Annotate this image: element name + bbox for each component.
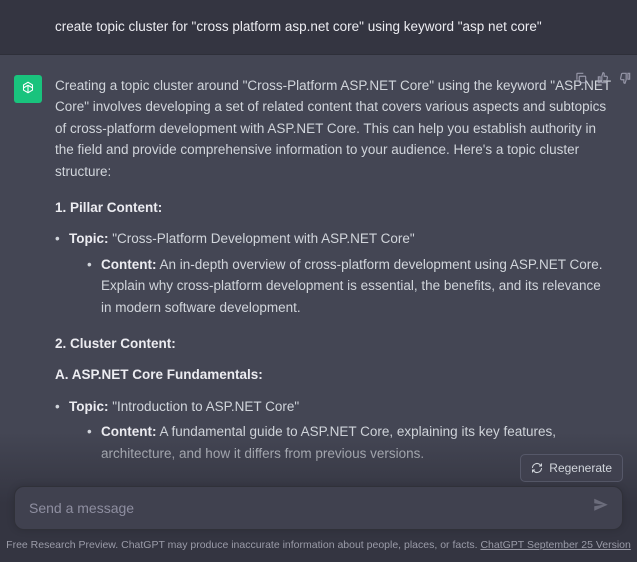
user-message-text: create topic cluster for "cross platform… xyxy=(55,16,612,38)
cluster-subheading: A. ASP.NET Core Fundamentals: xyxy=(55,364,612,386)
openai-logo-icon xyxy=(19,80,37,98)
pillar-content-item: Content: An in-depth overview of cross-p… xyxy=(87,254,612,319)
topic-label: Topic: xyxy=(69,399,109,414)
message-actions xyxy=(574,71,632,85)
topic-text: "Introduction to ASP.NET Core" xyxy=(109,399,300,414)
intro-paragraph: Creating a topic cluster around "Cross-P… xyxy=(55,75,612,183)
send-button[interactable] xyxy=(592,496,610,521)
regenerate-icon xyxy=(531,462,543,474)
pillar-topic-item: Topic: "Cross-Platform Development with … xyxy=(55,228,612,318)
pillar-heading: 1. Pillar Content: xyxy=(55,197,612,219)
footer-disclaimer: Free Research Preview. ChatGPT may produ… xyxy=(0,537,637,554)
footer-text: Free Research Preview. ChatGPT may produ… xyxy=(6,539,480,551)
message-input-container xyxy=(14,486,623,530)
user-message-row: create topic cluster for "cross platform… xyxy=(0,0,637,54)
content-text: A fundamental guide to ASP.NET Core, exp… xyxy=(101,424,556,461)
content-label: Content: xyxy=(101,424,156,439)
topic-label: Topic: xyxy=(69,231,109,246)
footer-version-link[interactable]: ChatGPT September 25 Version xyxy=(480,539,630,551)
topic-text: "Cross-Platform Development with ASP.NET… xyxy=(109,231,415,246)
cluster-heading: 2. Cluster Content: xyxy=(55,333,612,355)
regenerate-label: Regenerate xyxy=(549,461,612,475)
message-input[interactable] xyxy=(29,500,576,516)
content-text: An in-depth overview of cross-platform d… xyxy=(101,257,602,315)
regenerate-button[interactable]: Regenerate xyxy=(520,454,623,482)
assistant-avatar xyxy=(14,75,42,103)
content-label: Content: xyxy=(101,257,156,272)
assistant-content: Creating a topic cluster around "Cross-P… xyxy=(55,75,612,465)
thumbs-up-icon[interactable] xyxy=(596,71,610,85)
copy-icon[interactable] xyxy=(574,71,588,85)
pillar-list: Topic: "Cross-Platform Development with … xyxy=(55,228,612,318)
thumbs-down-icon[interactable] xyxy=(618,71,632,85)
send-icon xyxy=(592,496,610,514)
